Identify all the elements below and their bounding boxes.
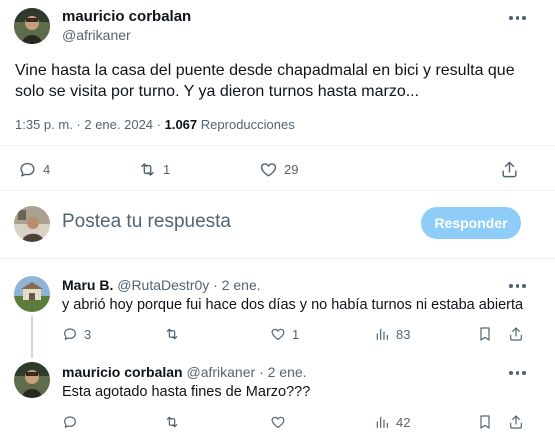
- reply-input[interactable]: Postea tu respuesta: [62, 211, 231, 233]
- bar-chart-icon: [376, 416, 388, 428]
- tweet-text-line-2: solo se visita por turno. Y ya dieron tu…: [15, 83, 420, 100]
- share-icon: [510, 415, 522, 429]
- reply-date[interactable]: · 2 ene.: [259, 364, 306, 380]
- bar-chart-icon: [376, 328, 388, 340]
- retweet-button[interactable]: [164, 326, 186, 342]
- author-name[interactable]: mauricio corbalan: [62, 8, 191, 25]
- reply-author-avatar[interactable]: [14, 362, 50, 398]
- reply-icon: [64, 416, 76, 428]
- reply-icon: [64, 328, 76, 340]
- share-button[interactable]: [500, 160, 519, 179]
- retweet-icon: [166, 416, 178, 428]
- reply-author-avatar[interactable]: [14, 276, 50, 312]
- tweet-timestamp[interactable]: 1:35 p. m. · 2 ene. 2024 ·: [15, 117, 161, 132]
- divider: [0, 190, 555, 191]
- bookmark-icon: [480, 415, 490, 429]
- like-button[interactable]: [270, 414, 292, 430]
- more-options-icon[interactable]: [509, 16, 526, 20]
- author-avatar[interactable]: [14, 8, 50, 44]
- retweet-count: 1: [163, 162, 171, 177]
- bookmark-button[interactable]: [477, 326, 493, 342]
- reply-button[interactable]: 4: [18, 160, 50, 179]
- share-icon: [510, 327, 522, 341]
- reply-button[interactable]: [62, 414, 84, 430]
- share-icon: [502, 161, 517, 178]
- more-options-icon[interactable]: [509, 371, 526, 375]
- reply-author-name[interactable]: mauricio corbalan: [62, 364, 183, 380]
- heart-icon: [271, 416, 285, 428]
- retweet-icon: [141, 163, 154, 176]
- more-options-icon[interactable]: [509, 284, 526, 288]
- views-count: 1.067: [164, 117, 198, 132]
- share-button[interactable]: [508, 414, 524, 430]
- bookmark-icon: [480, 327, 490, 341]
- views-label: Reproducciones: [200, 117, 295, 132]
- reply-header: mauricio corbalan @afrikaner · 2 ene.: [62, 364, 307, 380]
- reply-count: 3: [84, 326, 92, 342]
- retweet-icon: [166, 328, 178, 340]
- reply-author-name[interactable]: Maru B.: [62, 277, 113, 293]
- reply-count: 4: [43, 162, 51, 177]
- reply-header: Maru B. @RutaDestr0y · 2 ene.: [62, 277, 261, 293]
- heart-icon: [271, 328, 285, 340]
- tweet-meta: 1:35 p. m. · 2 ene. 2024 · 1.067 Reprodu…: [15, 117, 295, 132]
- divider: [0, 145, 555, 146]
- divider: [0, 258, 555, 259]
- views-button[interactable]: 42: [374, 414, 410, 430]
- reply-author-handle[interactable]: @afrikaner: [186, 364, 255, 380]
- like-button[interactable]: 29: [259, 160, 298, 179]
- author-handle[interactable]: @afrikaner: [62, 27, 131, 43]
- retweet-button[interactable]: [164, 414, 186, 430]
- views-count: 42: [396, 414, 411, 430]
- reply-button[interactable]: 3: [62, 326, 91, 342]
- views-count: 83: [396, 326, 411, 342]
- like-count: 1: [292, 326, 300, 342]
- retweet-button[interactable]: 1: [138, 160, 170, 179]
- reply-submit-button[interactable]: Responder: [421, 207, 521, 239]
- reply-text: Esta agotado hasta fines de Marzo???: [62, 384, 311, 400]
- like-count: 29: [284, 162, 299, 177]
- reply-author-handle[interactable]: @RutaDestr0y: [117, 277, 209, 293]
- share-button[interactable]: [508, 326, 524, 342]
- reply-text: y abrió hoy porque fui hace dos días y n…: [62, 297, 524, 313]
- bookmark-button[interactable]: [477, 414, 493, 430]
- like-button[interactable]: 1: [270, 326, 299, 342]
- reply-icon: [20, 162, 35, 177]
- tweet-text-line-1: Vine hasta la casa del puente desde chap…: [15, 62, 515, 79]
- views-button[interactable]: 83: [374, 326, 410, 342]
- reply-thread-line: [31, 316, 33, 358]
- user-avatar: [14, 206, 50, 242]
- reply-date[interactable]: · 2 ene.: [213, 277, 260, 293]
- heart-icon: [260, 163, 277, 177]
